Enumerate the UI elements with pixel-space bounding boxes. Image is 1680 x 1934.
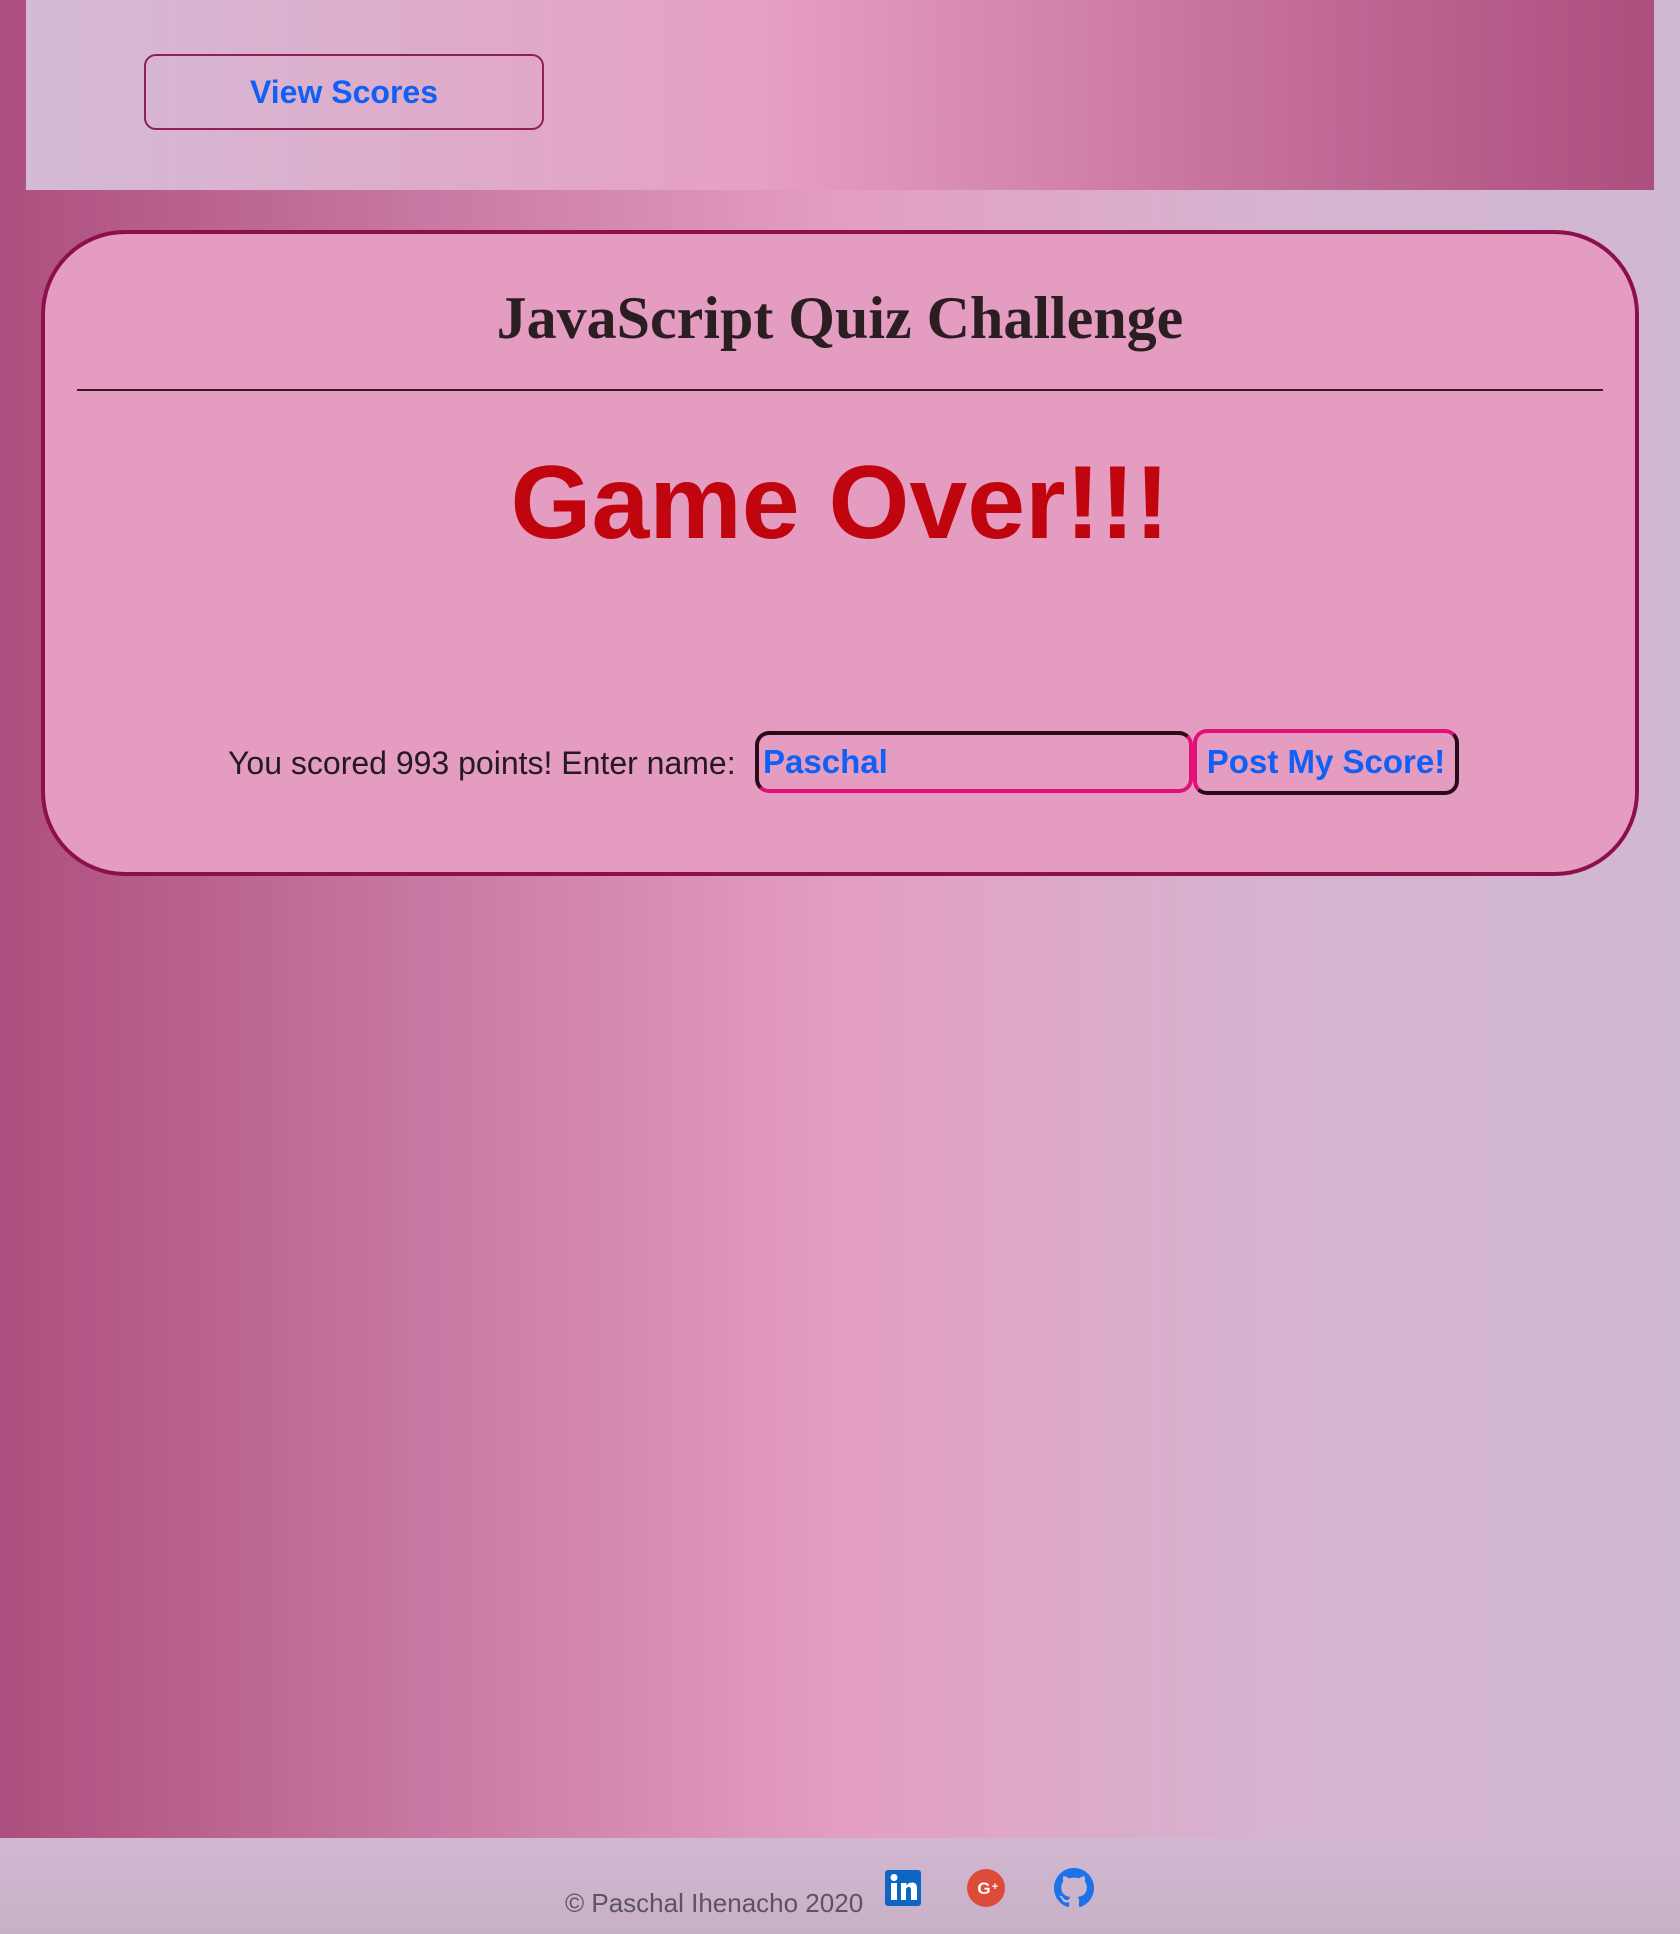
game-over-heading: Game Over!!!	[510, 445, 1170, 561]
svg-text:+: +	[992, 1881, 998, 1893]
github-icon[interactable]	[1054, 1868, 1094, 1908]
svg-text:G: G	[977, 1879, 990, 1898]
header-bar: View Scores	[26, 0, 1654, 190]
footer: © Paschal Ihenacho 2020 G +	[0, 1838, 1680, 1934]
title-divider	[77, 389, 1603, 391]
view-scores-button[interactable]: View Scores	[144, 54, 544, 130]
score-entry-form: You scored 993 points! Enter name: Post …	[45, 729, 1635, 795]
post-score-button[interactable]: Post My Score!	[1193, 729, 1459, 795]
page-title: JavaScript Quiz Challenge	[496, 285, 1184, 351]
google-plus-icon[interactable]: G +	[966, 1868, 1006, 1908]
copyright-text: © Paschal Ihenacho 2020	[565, 1888, 864, 1918]
name-input[interactable]	[755, 731, 1193, 793]
quiz-card: JavaScript Quiz Challenge Game Over!!! Y…	[41, 230, 1639, 876]
linkedin-icon[interactable]	[883, 1868, 923, 1908]
score-prompt: You scored 993 points! Enter name:	[228, 745, 736, 781]
